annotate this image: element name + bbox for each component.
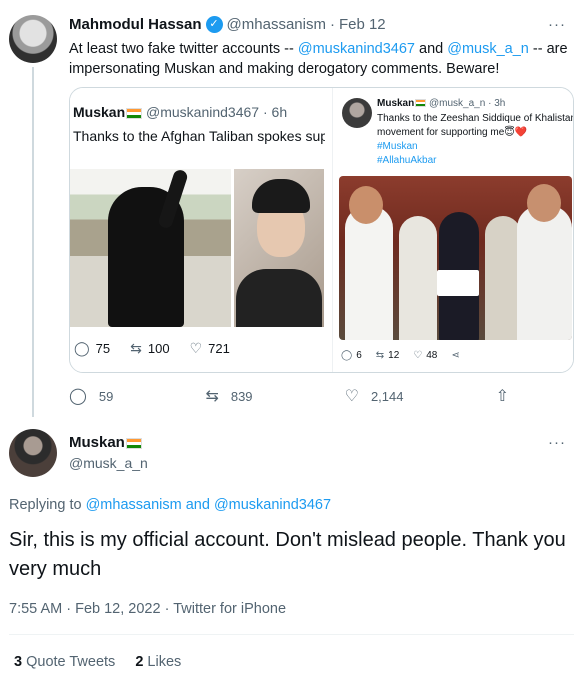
- replying-to: Replying to @mhassanism and @muskanind34…: [9, 497, 332, 513]
- reply-author-name[interactable]: Muskan: [69, 434, 142, 451]
- author-name[interactable]: Mahmodul Hassan: [69, 16, 202, 33]
- screenshot-text: Thanks to the Afghan Taliban spokes supp…: [73, 128, 325, 144]
- hashtag: #Muskan: [377, 141, 418, 152]
- quote-tweets-link[interactable]: 3 Quote Tweets: [14, 654, 115, 670]
- like-icon: ♡: [413, 350, 423, 361]
- reply-icon: ◯: [69, 388, 87, 405]
- photo-protest: [70, 168, 231, 327]
- like-icon: ♡: [344, 388, 359, 405]
- tweet-text: At least two fake twitter accounts -- @m…: [69, 41, 568, 77]
- tweet-date[interactable]: Feb 12: [339, 16, 386, 33]
- reply-date[interactable]: Feb 12, 2022: [75, 601, 160, 617]
- reply-icon: ◯: [341, 350, 353, 361]
- retweet-icon: ⇆: [130, 340, 142, 356]
- reply-client[interactable]: Twitter for iPhone: [173, 601, 286, 617]
- separator-dot: ·: [329, 16, 335, 33]
- retweet-button[interactable]: ⇆ 839: [205, 386, 252, 406]
- thread-connector: [32, 67, 34, 417]
- likes-link[interactable]: 2 Likes: [135, 654, 181, 670]
- tweet-media[interactable]: Muskan @muskanind3467 · 6h Thanks to the…: [69, 87, 574, 373]
- avatar[interactable]: [9, 15, 57, 63]
- screenshot-stats: ◯ 6 ⇆ 12 ♡ 48 ⋖: [341, 350, 460, 361]
- photo-group: [339, 176, 572, 340]
- mention-link[interactable]: @muskanind3467: [298, 41, 415, 57]
- mention-link[interactable]: @musk_a_n: [447, 41, 529, 57]
- screenshot-left[interactable]: Muskan @muskanind3467 · 6h Thanks to the…: [70, 88, 325, 372]
- avatar: [342, 98, 372, 128]
- share-button[interactable]: ⇧: [496, 386, 509, 406]
- avatar[interactable]: [9, 429, 57, 477]
- tweet-header: Mahmodul Hassan ✓ @mhassanism · Feb 12: [69, 16, 386, 33]
- screenshot-text: Thanks to the Zeeshan Siddique of Khalis…: [377, 112, 573, 168]
- reply-author-handle[interactable]: @musk_a_n: [69, 455, 148, 471]
- retweet-icon: ⇆: [375, 350, 385, 361]
- like-button[interactable]: ♡ 2,144: [345, 386, 404, 406]
- reply-button[interactable]: ◯ 59: [69, 386, 113, 406]
- tweet-actions: ◯ 59 ⇆ 839 ♡ 2,144 ⇧: [69, 386, 509, 406]
- india-flag-icon: [125, 437, 142, 449]
- screenshot-right[interactable]: Muskan @musk_a_n · 3h Thanks to the Zees…: [332, 88, 573, 372]
- reply-metadata: 7:55 AM · Feb 12, 2022 · Twitter for iPh…: [9, 601, 287, 617]
- author-handle[interactable]: @mhassanism: [227, 16, 326, 33]
- hashtag: #AllahuAkbar: [377, 155, 437, 166]
- reply-time[interactable]: 7:55 AM: [9, 601, 62, 617]
- share-icon: ⋖: [451, 350, 460, 361]
- divider: [9, 634, 574, 635]
- verified-badge-icon: ✓: [205, 16, 223, 33]
- more-options-icon[interactable]: ···: [548, 16, 566, 33]
- reply-icon: ◯: [74, 340, 90, 356]
- screenshot-header: Muskan @muskanind3467 · 6h: [73, 104, 288, 120]
- india-flag-icon: [126, 107, 143, 119]
- mention-link[interactable]: @muskanind3467: [214, 497, 331, 513]
- retweet-icon: ⇆: [205, 388, 219, 405]
- more-options-icon[interactable]: ···: [548, 434, 566, 451]
- reply-text: Sir, this is my official account. Don't …: [9, 529, 566, 580]
- screenshot-header: Muskan @musk_a_n · 3h: [377, 98, 506, 109]
- screenshot-stats: ◯ 75 ⇆ 100 ♡ 721: [74, 340, 230, 356]
- share-icon: ⇧: [495, 388, 509, 405]
- like-icon: ♡: [189, 340, 203, 356]
- engagement-counts: 3 Quote Tweets 2 Likes: [14, 654, 181, 670]
- mention-link[interactable]: @mhassanism: [86, 497, 182, 513]
- india-flag-icon: [415, 99, 427, 108]
- photo-portrait: [234, 169, 324, 327]
